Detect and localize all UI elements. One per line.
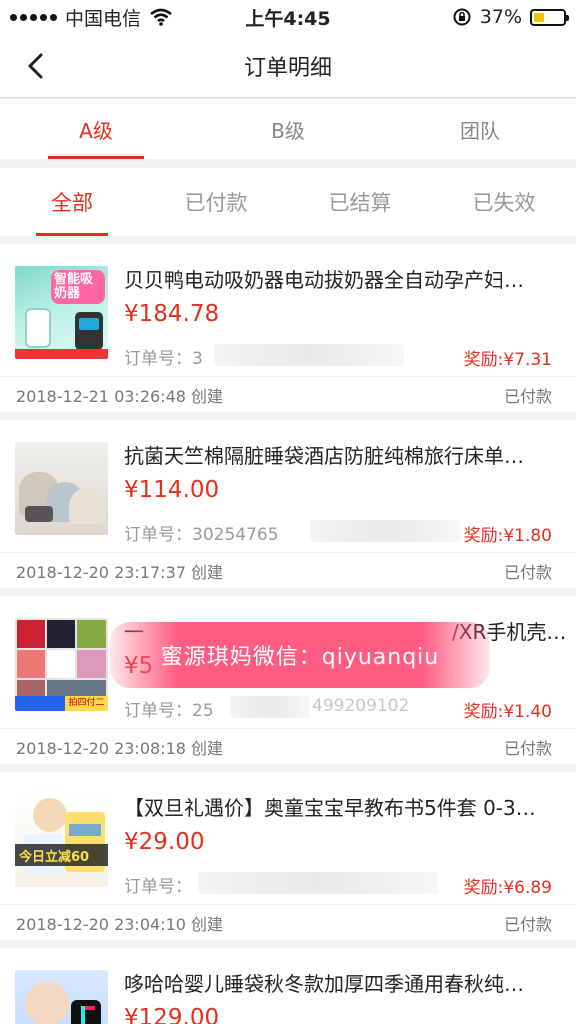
- reward-amount: 奖励:¥7.31: [463, 350, 552, 370]
- order-number: 订单号：30254765: [124, 525, 279, 545]
- battery-icon: [530, 8, 569, 26]
- thumbnail-caption: 拍四付二: [65, 696, 108, 711]
- order-card[interactable]: 哆哈哈婴儿睡袋秋冬款加厚四季通用春秋纯… ¥129.00: [0, 948, 576, 1024]
- redacted-mask: [198, 872, 438, 894]
- carrier-label: 中国电信: [65, 7, 142, 30]
- tab-level-b[interactable]: B级: [192, 99, 384, 159]
- product-price: ¥114.00: [124, 477, 220, 503]
- created-time: 2018-12-20 23:08:18 创建: [16, 738, 224, 758]
- redacted-mask: [230, 696, 310, 718]
- order-number: 订单号：: [124, 877, 192, 897]
- nav-bar: 订单明细: [0, 34, 576, 98]
- order-card[interactable]: 抗菌天竺棉隔脏睡袋酒店防脏纯棉旅行床单… ¥114.00 订单号：3025476…: [0, 420, 576, 588]
- order-footer: 2018-12-20 23:08:18 创建 已付款: [0, 728, 576, 764]
- watermark-banner: 蜜源琪妈微信：qiyuanqiu: [110, 622, 490, 688]
- reward-amount: 奖励:¥1.40: [463, 702, 552, 722]
- status-bar: 中国电信 上午4:45 37%: [0, 0, 576, 34]
- status-bar-right: 37%: [452, 6, 569, 28]
- page-title: 订单明细: [243, 55, 332, 81]
- order-card[interactable]: 智能吸奶器 贝贝鸭电动吸奶器电动拔奶器全自动孕产妇… ¥184.78 订单号：3…: [0, 244, 576, 412]
- product-price: ¥184.78: [124, 301, 220, 327]
- tab-team[interactable]: 团队: [384, 99, 576, 159]
- level-tabs: A级 B级 团队: [0, 99, 576, 159]
- product-title: 哆哈哈婴儿睡袋秋冬款加厚四季通用春秋纯…: [124, 972, 524, 996]
- signal-icon: [10, 13, 57, 21]
- created-time: 2018-12-20 23:04:10 创建: [16, 914, 224, 934]
- thumbnail-caption: 今日立减60: [19, 850, 90, 865]
- tab-paid[interactable]: 已付款: [144, 168, 288, 236]
- order-status: 已付款: [503, 562, 552, 582]
- order-number-tail: 499209102: [312, 696, 410, 716]
- battery-percent: 37%: [479, 6, 522, 28]
- redacted-mask: [310, 520, 460, 542]
- order-footer: 2018-12-20 23:04:10 创建 已付款: [0, 904, 576, 940]
- product-thumbnail: [15, 970, 108, 1024]
- order-status: 已付款: [503, 386, 552, 406]
- tab-level-a[interactable]: A级: [0, 99, 192, 159]
- product-thumbnail: 今日立减60: [15, 794, 108, 887]
- order-number: 订单号：25: [124, 701, 214, 721]
- product-thumbnail: 拍四付二: [15, 618, 108, 711]
- product-title: 【双旦礼遇价】奥童宝宝早教布书5件套 0-3…: [124, 796, 536, 820]
- tab-expired[interactable]: 已失效: [432, 168, 576, 236]
- tab-settled[interactable]: 已结算: [288, 168, 432, 236]
- order-footer: 2018-12-20 23:17:37 创建 已付款: [0, 552, 576, 588]
- back-button[interactable]: [18, 48, 54, 84]
- reward-amount: 奖励:¥1.80: [463, 526, 552, 546]
- created-time: 2018-12-21 03:26:48 创建: [16, 386, 224, 406]
- product-title: 贝贝鸭电动吸奶器电动拔奶器全自动孕产妇…: [124, 268, 524, 292]
- chevron-left-icon: [28, 53, 43, 79]
- clock: 上午4:45: [245, 7, 331, 30]
- product-title: 抗菌天竺棉隔脏睡袋酒店防脏纯棉旅行床单…: [124, 444, 524, 468]
- status-bar-left: 中国电信: [10, 4, 173, 31]
- order-card[interactable]: 今日立减60 【双旦礼遇价】奥童宝宝早教布书5件套 0-3… ¥29.00 订单…: [0, 772, 576, 940]
- rotation-lock-icon: [453, 8, 471, 26]
- order-footer: 2018-12-21 03:26:48 创建 已付款: [0, 376, 576, 412]
- reward-amount: 奖励:¥6.89: [463, 878, 552, 898]
- product-price: ¥129.00: [124, 1005, 220, 1024]
- order-status: 已付款: [503, 738, 552, 758]
- product-thumbnail: [15, 442, 108, 535]
- tab-all[interactable]: 全部: [0, 168, 144, 236]
- status-tabs: 全部 已付款 已结算 已失效: [0, 168, 576, 236]
- order-number: 订单号：3: [124, 349, 203, 369]
- order-status: 已付款: [503, 914, 552, 934]
- wifi-icon: [150, 8, 172, 26]
- created-time: 2018-12-20 23:17:37 创建: [16, 562, 224, 582]
- thumbnail-caption: 智能吸奶器: [54, 272, 94, 301]
- product-thumbnail: 智能吸奶器: [15, 266, 108, 359]
- product-price: ¥29.00: [124, 829, 205, 855]
- redacted-mask: [214, 344, 404, 366]
